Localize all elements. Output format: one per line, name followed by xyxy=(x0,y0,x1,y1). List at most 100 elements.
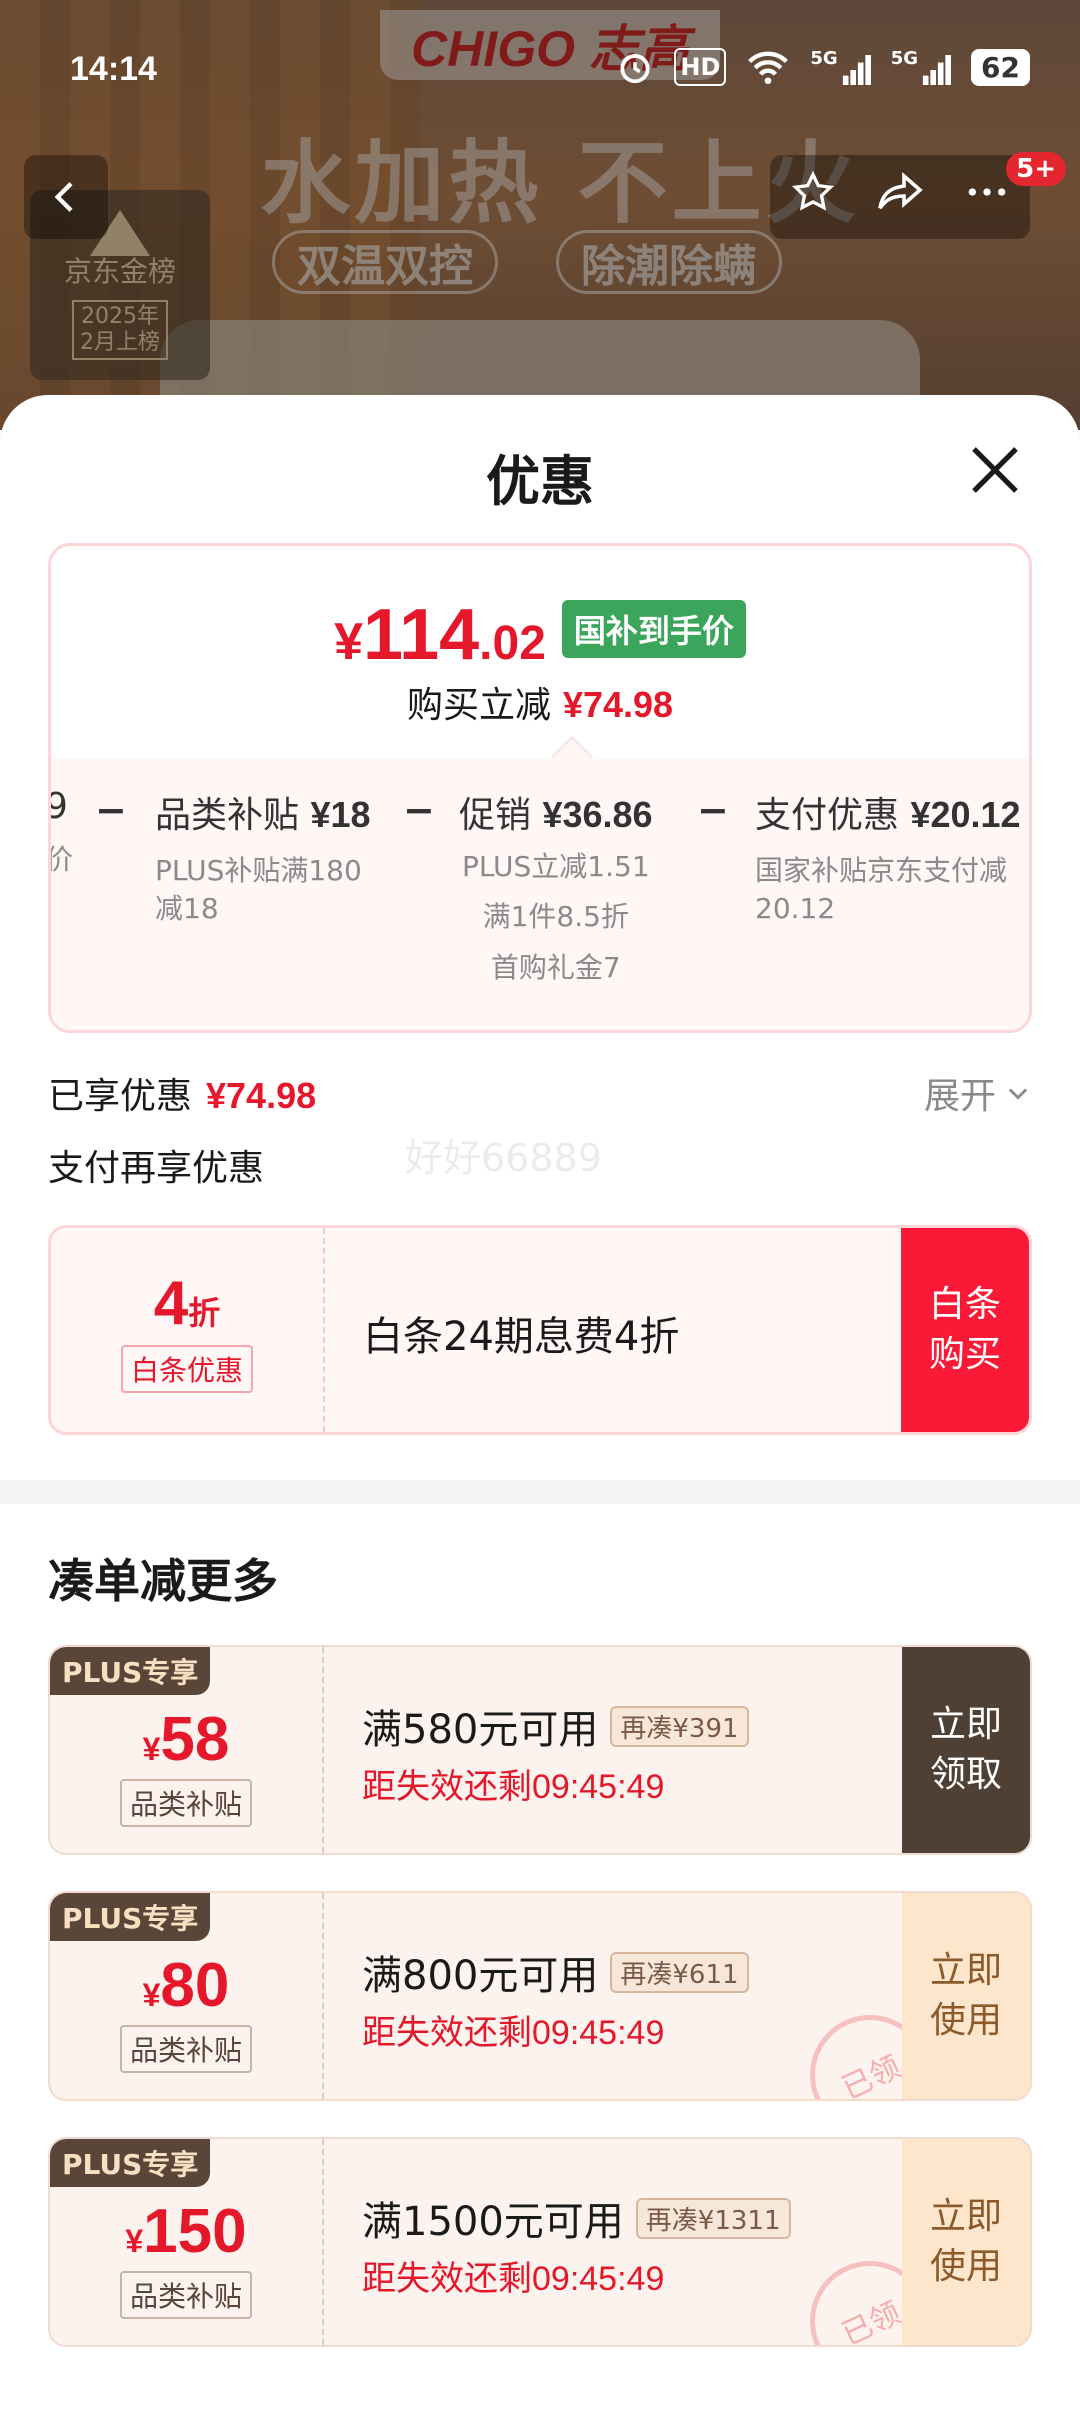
coupon-more-needed: 再凑¥611 xyxy=(610,1951,749,1993)
sheet-title: 优惠 xyxy=(486,450,594,513)
coupon-condition: 满580元可用 再凑¥391 xyxy=(362,1697,749,1755)
price-dec: .02 xyxy=(479,617,546,670)
coupon-tag: 品类补贴 xyxy=(119,1778,252,1827)
network-label-5g: 5G xyxy=(890,48,919,69)
price-int: 114 xyxy=(363,595,480,675)
coupon-expire: 距失效还剩09:45:49 xyxy=(362,2260,665,2298)
pay-more-label: 支付再享优惠 xyxy=(48,1148,265,1189)
coupon-more-needed: 再凑¥1311 xyxy=(635,2197,791,2239)
alarm-icon xyxy=(616,48,654,86)
coupon-amount-num: 80 xyxy=(160,1950,230,2020)
breakdown-item: 9 价 xyxy=(51,786,73,879)
close-button[interactable] xyxy=(960,435,1030,505)
coupon-amount: ¥150 xyxy=(125,2196,246,2267)
close-icon xyxy=(972,447,1018,493)
coupon-condition: 满800元可用 再凑¥611 xyxy=(362,1943,749,2001)
minus-sign: − xyxy=(403,788,435,832)
breakdown-title: 品类补贴 ¥18 xyxy=(155,786,371,838)
chevron-left-icon xyxy=(54,182,73,212)
claim-coupon-button[interactable]: 立即 领取 xyxy=(902,1647,1030,1853)
hd-icon: HD xyxy=(674,48,727,86)
coupon-amount-num: 58 xyxy=(160,1704,230,1774)
coupon-yen: ¥ xyxy=(125,2222,144,2259)
5g-signal-icon: 5G xyxy=(810,48,871,86)
coupon-value: ¥150 品类补贴 xyxy=(50,2139,324,2345)
discount-sheet: 优惠 ¥114.02 国补到手价 购买立减 ¥74.98 9 价 − xyxy=(0,395,1080,2412)
baitiao-discount-unit: 折 xyxy=(188,1294,221,1331)
section-divider xyxy=(0,1480,1080,1504)
coupon-expire: 距失效还剩09:45:49 xyxy=(362,1768,665,1806)
enjoyed-discount: 已享优惠 ¥74.98 xyxy=(48,1067,316,1119)
price-yen: ¥ xyxy=(334,613,363,671)
coupon-card: PLUS专享 ¥58 品类补贴 满580元可用 再凑¥391 距失效还剩09:4… xyxy=(48,1645,1032,1855)
message-badge: 5+ xyxy=(1006,152,1066,186)
network-label-5g: 5G xyxy=(810,48,838,69)
coupon-amount: ¥80 xyxy=(143,1950,230,2021)
star-icon[interactable] xyxy=(791,170,835,224)
status-icons: HD 5G 5G 62 xyxy=(616,48,1030,86)
back-button[interactable] xyxy=(24,155,108,239)
nav-actions xyxy=(770,155,1030,239)
coupon-amount-num: 150 xyxy=(143,2196,247,2266)
breakdown-item: 促销 ¥36.86 PLUS立减1.51 满1件8.5折 首购礼金7 xyxy=(459,786,653,993)
baitiao-text: 白条24期息费4折 xyxy=(363,1314,680,1360)
breakdown-title-text: 支付优惠 xyxy=(755,795,900,836)
breakdown-title-text: 品类补贴 xyxy=(155,795,300,836)
coupon-condition-text: 满1500元可用 xyxy=(362,2199,624,2245)
coupon-value: ¥80 品类补贴 xyxy=(50,1893,324,2099)
baitiao-discount: 4折 白条优惠 xyxy=(51,1228,325,1432)
use-coupon-button[interactable]: 立即 使用 xyxy=(902,2139,1030,2345)
breakdown-title: 促销 ¥36.86 xyxy=(459,786,653,838)
breakdown-row[interactable]: 9 价 − 品类补贴 ¥18 PLUS补贴满180 减18 − 促销 ¥36.8… xyxy=(51,786,1029,1026)
section-title: 凑单减更多 xyxy=(48,1554,278,1608)
final-price: ¥114.02 xyxy=(334,594,546,676)
status-bar: 14:14 HD 5G 5G 62 xyxy=(0,0,1080,140)
status-time: 14:14 xyxy=(70,50,157,88)
baitiao-card: 4折 白条优惠 白条24期息费4折 白条 购买 xyxy=(48,1225,1032,1435)
national-subsidy-tag: 国补到手价 xyxy=(561,600,746,658)
baitiao-discount-value: 4折 xyxy=(154,1268,221,1339)
watermark: 好好66889 xyxy=(405,1136,602,1180)
enjoyed-amount: ¥74.98 xyxy=(206,1075,317,1116)
baitiao-tag: 白条优惠 xyxy=(120,1344,253,1393)
breakdown-sub: PLUS补贴满180 减18 xyxy=(155,854,362,925)
price-top: ¥114.02 国补到手价 购买立减 ¥74.98 xyxy=(51,546,1029,758)
expand-button[interactable]: 展开 xyxy=(924,1067,1032,1119)
5g-signal-icon: 5G xyxy=(890,48,952,86)
breakdown-sub: PLUS立减1.51 满1件8.5折 首购礼金7 xyxy=(461,850,650,984)
more-icon[interactable] xyxy=(965,170,1009,224)
coupon-condition-text: 满800元可用 xyxy=(362,1953,599,1999)
battery-indicator: 62 xyxy=(971,48,1030,86)
breakdown-item: 支付优惠 ¥20.12 国家补贴京东支付减 20.12 xyxy=(755,786,1021,928)
expand-label: 展开 xyxy=(923,1076,996,1117)
coupon-condition-text: 满580元可用 xyxy=(362,1707,599,1753)
coupon-more-needed: 再凑¥391 xyxy=(610,1705,749,1747)
baitiao-discount-num: 4 xyxy=(153,1268,189,1338)
chevron-down-icon xyxy=(1008,1088,1028,1100)
coupon-yen: ¥ xyxy=(142,1730,161,1767)
breakdown-amount: ¥36.86 xyxy=(542,794,653,835)
coupon-card: PLUS专享 ¥150 品类补贴 满1500元可用 再凑¥1311 距失效还剩0… xyxy=(48,2137,1032,2347)
breakdown-title: 9 xyxy=(51,786,73,827)
use-coupon-button[interactable]: 立即 使用 xyxy=(902,1893,1030,2099)
share-icon[interactable] xyxy=(876,170,924,224)
coupon-card: PLUS专享 ¥80 品类补贴 满800元可用 再凑¥611 距失效还剩09:4… xyxy=(48,1891,1032,2101)
breakdown-sub: 国家补贴京东支付减 20.12 xyxy=(755,854,1008,925)
breakdown-amount: ¥20.12 xyxy=(910,794,1021,835)
reduce-amount: ¥74.98 xyxy=(562,684,674,725)
minus-sign: − xyxy=(697,788,729,832)
coupon-condition: 满1500元可用 再凑¥1311 xyxy=(362,2189,791,2247)
coupon-value: ¥58 品类补贴 xyxy=(50,1647,324,1853)
breakdown-sub: 价 xyxy=(51,841,73,879)
price-card: ¥114.02 国补到手价 购买立减 ¥74.98 9 价 − 品类补贴 ¥18 … xyxy=(48,543,1032,1033)
coupon-tag: 品类补贴 xyxy=(119,2270,252,2319)
coupon-yen: ¥ xyxy=(142,1976,161,2013)
enjoyed-label: 已享优惠 xyxy=(48,1076,193,1117)
reduce-label: 购买立减 xyxy=(406,685,551,726)
breakdown-title: 支付优惠 ¥20.12 xyxy=(755,786,1021,838)
coupon-expire: 距失效还剩09:45:49 xyxy=(362,2014,665,2052)
reduce-line: 购买立减 ¥74.98 xyxy=(51,676,1029,728)
wifi-icon xyxy=(746,48,790,86)
baitiao-buy-button[interactable]: 白条 购买 xyxy=(901,1228,1029,1432)
breakdown-item: 品类补贴 ¥18 PLUS补贴满180 减18 xyxy=(155,786,371,928)
